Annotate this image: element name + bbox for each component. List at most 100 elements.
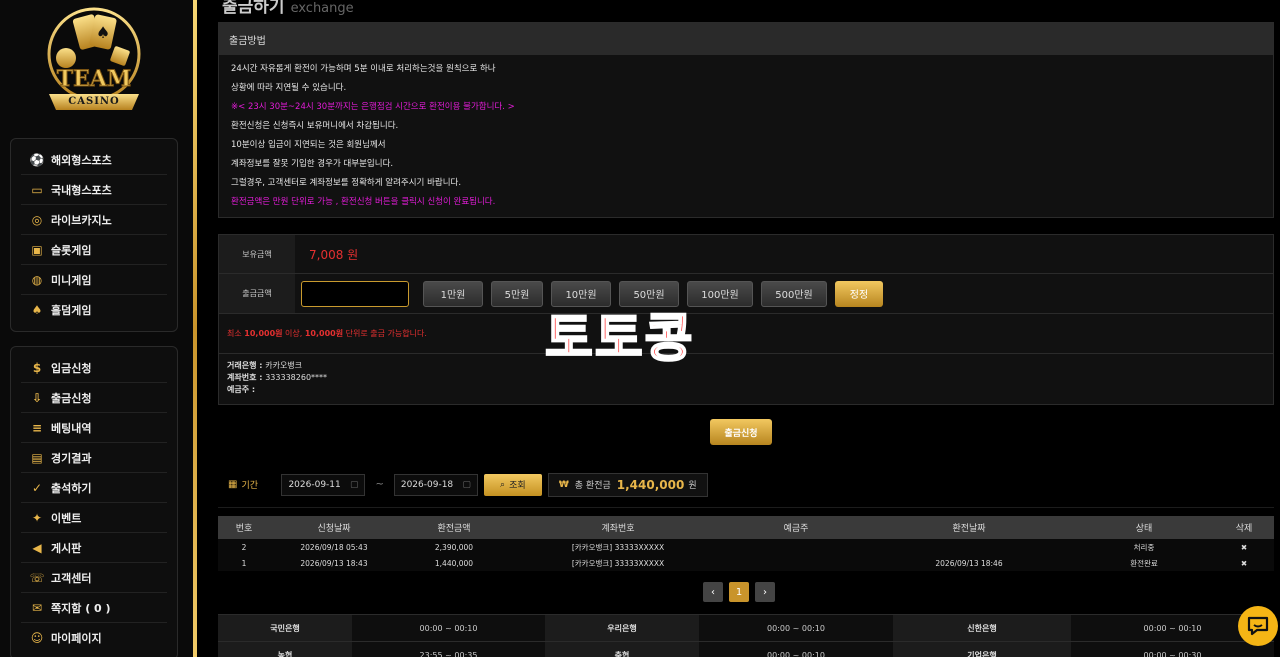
min-notice-amount1: 10,000원 [244,329,283,338]
delete-icon[interactable]: ✖ [1216,559,1272,568]
date-to-value: 2026-09-18 [400,479,454,490]
sidebar-item-megaphone[interactable]: ◀ 게시판 [21,533,167,563]
bank-maintenance-table: 국민은행 00:00 ~ 00:10 우리은행 00:00 ~ 00:10 신한은행 00… [218,614,1274,657]
sidebar-item-label: 이벤트 [51,511,82,525]
notice-panel: 출금방법 24시간 자유롭게 환전이 가능하며 5분 이내로 처리하는것을 원칙… [218,22,1274,218]
history-cell-date: 2026/09/13 18:43 [300,558,368,568]
sidebar-item-withdraw[interactable]: ⇩ 출금신청 [21,383,167,413]
sidebar-item-spade[interactable]: ♠ 홀덤게임 [21,295,167,325]
next-page-button[interactable]: › [755,582,775,602]
sidebar-item-label: 국내형스포츠 [51,183,112,197]
spade-icon: ♠ [31,303,43,317]
min-notice-suffix: 단위로 출금 가능합니다. [343,329,427,338]
won-icon: ₩ [558,479,569,490]
bank-name: 농협 [218,642,352,657]
delete-icon[interactable]: ✖ [1216,543,1272,552]
total-exchange-box: ₩ 총 환전금 1,440,000 원 [547,472,708,497]
date-from-value: 2026-09-11 [288,479,341,490]
history-cell-no: 1 [241,558,247,568]
search-button[interactable]: ⌕ 조회 [483,473,542,496]
sidebar-item-gift[interactable]: ✦ 이벤트 [21,503,167,533]
bank-time: 23:55 ~ 00:35 [352,642,545,657]
date-from-input[interactable]: 2026-09-11 ▢ [281,473,366,496]
sidebar-item-calendar-check[interactable]: ✓ 출석하기 [21,473,167,503]
history-cell-status: 처리중 [1133,542,1155,552]
logo-text-top: TEAM [56,66,132,93]
history-header: 번호 신청날짜 환전금액 계좌번호 예금주 환전날짜 상태 삭제 [218,516,1274,539]
sidebar-item-label: 베팅내역 [51,421,92,435]
history-header-cell: 환전날짜 [952,524,986,534]
account-info: 거래은행 : 카카오뱅크 계좌번호 : 333338260**** 예금주 : [219,353,1273,402]
sidebar-item-label: 홀덤게임 [51,304,92,317]
notice-heading: 출금방법 [219,23,1273,55]
bank-name: 우리은행 [545,615,699,641]
sidebar-item-list[interactable]: ≡ 베팅내역 [21,413,167,443]
coin-icon: $ [32,360,42,375]
date-to-input[interactable]: 2026-09-18 ▢ [393,473,478,496]
notice-line: 환전신청은 신청즉시 보유머니에서 차감됩니다. [231,121,399,131]
sidebar-item-mail[interactable]: ✉ 쪽지함 ( 0 ) [21,593,167,623]
withdraw-submit-button[interactable]: 출금신청 [710,419,772,445]
history-cell-account: [카카오뱅크] 33333XXXXX [571,558,665,568]
history-cell-date: 2026/09/18 05:43 [300,542,368,552]
notice-line: 10분이상 입금이 지연되는 것은 회원님께서 [231,140,386,150]
amount-button[interactable]: 5만원 [491,280,543,307]
history-header-cell: 신청날짜 [317,524,351,534]
history-header-cell: 환전금액 [437,524,471,534]
sidebar-item-scoreboard[interactable]: ▤ 경기결과 [21,443,167,473]
sidebar-item-gamepad[interactable]: ◍ 미니게임 [21,265,167,295]
calendar-small-icon: ▢ [349,479,359,490]
min-amount-notice: 최소 10,000원 이상, 10,000원 단위로 출금 가능합니다. [219,313,1273,353]
bank-name: 신한은행 [893,615,1071,641]
page-title-text: 출금하기 [222,0,285,17]
amount-label: 출금금액 [219,274,295,313]
sidebar-item-soccer-ball[interactable]: ⚽ 해외형스포츠 [21,145,167,175]
slot-machine-icon: ▣ [31,242,43,257]
notice-lines: 24시간 자유롭게 환전이 가능하며 5분 이내로 처리하는것을 원칙으로 하나… [219,55,1273,217]
sidebar-item-user[interactable]: ☺ 마이페이지 [21,623,167,653]
page-subtitle: exchange [290,1,354,16]
history-cell-no: 2 [241,542,247,552]
bank-row: 농협 23:55 ~ 00:35 축협 00:00 ~ 00:10 기업은행 00:00 … [218,641,1274,657]
sidebar-item-headset[interactable]: ☏ 고객센터 [21,563,167,593]
bank-name: 국민은행 [218,615,352,641]
bank-row: 국민은행 00:00 ~ 00:10 우리은행 00:00 ~ 00:10 신한은행 00… [218,614,1274,641]
holder-label: 예금주 : [227,385,256,394]
amount-row: 출금금액 1만원 5만원 10만원 50만원 100만원 500만원 정정 [219,273,1273,313]
team-casino-logo[interactable]: ♠ TEAM CASINO [44,6,144,126]
total-label: 총 환전금 [574,481,611,491]
history-table: 번호 신청날짜 환전금액 계좌번호 예금주 환전날짜 상태 삭제 2 2026/09/18 05… [218,516,1274,571]
notice-line: ※< 23시 30분~24시 30분까지는 은행점검 시간으로 환전이용 불가합… [231,102,515,112]
sidebar-item-label: 고객센터 [51,571,92,585]
history-row: 1 2026/09/13 18:43 1,440,000 [카카오뱅크] 33333X… [218,555,1274,571]
amount-button[interactable]: 1만원 [423,280,483,307]
sidebar-item-label: 미니게임 [51,273,92,287]
history-body: 2 2026/09/18 05:43 2,390,000 [카카오뱅크] 33333X… [218,539,1274,571]
account-label: 계좌번호 : [227,373,266,382]
amount-button[interactable]: 100만원 [687,280,753,307]
sidebar-item-ticket[interactable]: ▭ 국내형스포츠 [21,175,167,205]
history-cell-amount: 2,390,000 [434,542,474,552]
history-header-cell: 계좌번호 [601,524,635,534]
page-1-button[interactable]: 1 [729,582,749,602]
sidebar-item-chip[interactable]: ◎ 라이브카지노 [21,205,167,235]
history-cell-amount: 1,440,000 [434,558,474,568]
prev-page-button[interactable]: ‹ [703,582,723,602]
balance-label: 보유금액 [219,235,295,273]
amount-input[interactable] [301,280,409,307]
sidebar-item-label: 출석하기 [51,481,92,495]
logo-text-bottom: CASINO [68,96,120,107]
amount-button[interactable]: 500만원 [761,280,827,307]
page-title: 출금하기 exchange [222,0,354,17]
scoreboard-icon: ▤ [31,450,43,465]
account-value: 333338260**** [265,373,328,382]
bank-time: 00:00 ~ 00:10 [699,615,893,641]
sidebar-item-slot-machine[interactable]: ▣ 슬롯게임 [21,235,167,265]
game-menu: ⚽ 해외형스포츠 ▭ 국내형스포츠 ◎ 라이브카지노 ▣ 슬롯게임 ◍ 미니게임 ♠ 홀덤게임 [10,138,178,332]
notice-line: 상황에 따라 지연될 수 있습니다. [231,83,347,93]
chat-button[interactable] [1238,606,1278,646]
reset-button[interactable]: 정정 [835,280,883,307]
history-header-cell: 상태 [1135,524,1153,534]
bank-label: 거래은행 : [227,361,266,370]
sidebar-item-coin[interactable]: $ 입금신청 [21,353,167,383]
